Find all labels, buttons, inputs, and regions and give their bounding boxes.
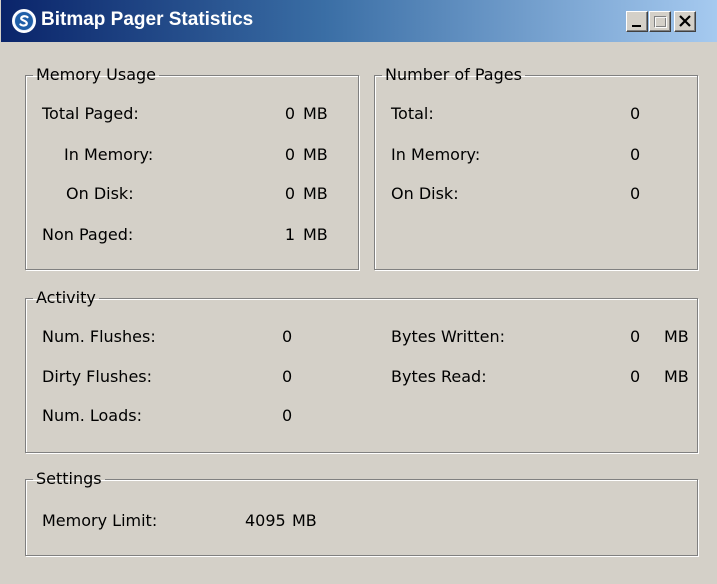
number-of-pages-group-title: Number of Pages bbox=[385, 65, 522, 84]
title-bar[interactable]: Bitmap Pager Statistics bbox=[1, 0, 717, 42]
total-paged-unit: MB bbox=[303, 104, 328, 123]
non-paged-unit: MB bbox=[303, 225, 328, 244]
activity-group-title: Activity bbox=[36, 288, 96, 307]
bytes-read-label: Bytes Read: bbox=[391, 367, 487, 386]
pages-on-disk-label: On Disk: bbox=[391, 184, 459, 203]
settings-group-title: Settings bbox=[36, 469, 102, 488]
number-of-pages-group: Number of Pages bbox=[374, 66, 698, 270]
on-disk-value: 0 bbox=[284, 184, 295, 203]
num-flushes-label: Num. Flushes: bbox=[42, 327, 156, 346]
in-memory-unit: MB bbox=[303, 145, 328, 164]
close-button[interactable] bbox=[674, 11, 696, 32]
pages-total-value: 0 bbox=[630, 104, 641, 123]
pages-total-label: Total: bbox=[391, 104, 434, 123]
memory-usage-group-title: Memory Usage bbox=[36, 65, 157, 84]
minimize-icon bbox=[632, 25, 641, 27]
bytes-written-label: Bytes Written: bbox=[391, 327, 506, 346]
non-paged-label: Non Paged: bbox=[42, 225, 134, 244]
on-disk-unit: MB bbox=[303, 184, 328, 203]
pages-in-memory-value: 0 bbox=[630, 145, 641, 164]
in-memory-value: 0 bbox=[284, 145, 295, 164]
minimize-button[interactable] bbox=[626, 11, 648, 32]
3ds-max-logo-icon[interactable] bbox=[12, 9, 36, 33]
bytes-read-unit: MB bbox=[664, 367, 689, 386]
num-loads-value: 0 bbox=[282, 406, 293, 425]
close-icon bbox=[679, 15, 691, 27]
memory-limit-unit: MB bbox=[292, 511, 317, 530]
memory-limit-label: Memory Limit: bbox=[42, 511, 158, 530]
total-paged-label: Total Paged: bbox=[42, 104, 139, 123]
bitmap-pager-statistics-window: Bitmap Pager Statistics Memory Usage Tot… bbox=[0, 0, 717, 584]
window-title: Bitmap Pager Statistics bbox=[41, 9, 254, 30]
dirty-flushes-label: Dirty Flushes: bbox=[42, 367, 153, 386]
num-flushes-value: 0 bbox=[282, 327, 293, 346]
on-disk-label: On Disk: bbox=[66, 184, 134, 203]
bytes-read-value: 0 bbox=[630, 367, 641, 386]
in-memory-label: In Memory: bbox=[64, 145, 154, 164]
bytes-written-unit: MB bbox=[664, 327, 689, 346]
non-paged-value: 1 bbox=[284, 225, 295, 244]
dirty-flushes-value: 0 bbox=[282, 367, 293, 386]
pages-in-memory-label: In Memory: bbox=[391, 145, 481, 164]
maximize-button[interactable] bbox=[649, 11, 671, 32]
bytes-written-value: 0 bbox=[630, 327, 641, 346]
memory-limit-value: 4095 bbox=[245, 511, 286, 530]
num-loads-label: Num. Loads: bbox=[42, 406, 142, 425]
maximize-icon bbox=[654, 16, 667, 28]
pages-on-disk-value: 0 bbox=[630, 184, 641, 203]
total-paged-value: 0 bbox=[284, 104, 295, 123]
